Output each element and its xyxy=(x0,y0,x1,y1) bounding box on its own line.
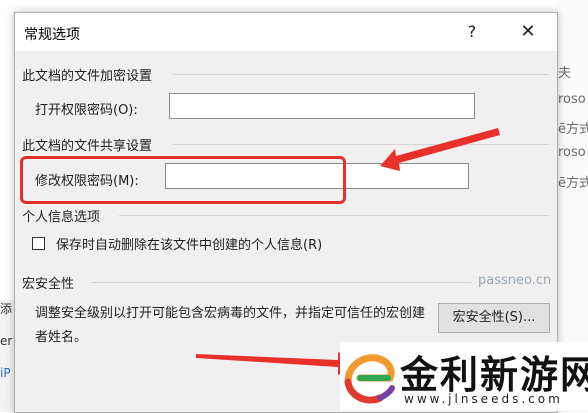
background-text: 夫 xyxy=(558,66,572,81)
help-button[interactable]: ? xyxy=(459,19,485,45)
logo-url: www.jlnseeds.com xyxy=(404,392,563,406)
section-divider xyxy=(173,74,549,75)
watermark: passneo.cn xyxy=(478,273,552,288)
section-divider xyxy=(173,144,549,145)
background-text: ē方式 xyxy=(558,176,588,191)
encryption-section-title: 此文档的文件加密设置 xyxy=(22,69,153,84)
site-logo: 金利新游网 www.jlnseeds.com xyxy=(340,342,588,411)
privacy-section-title: 个人信息选项 xyxy=(22,210,101,225)
sharing-section-title: 此文档的文件共享设置 xyxy=(22,139,153,154)
background-text: 添 xyxy=(0,302,13,316)
annotation-highlight-box xyxy=(20,156,346,204)
remove-info-checkbox[interactable] xyxy=(32,237,45,250)
open-password-label: 打开权限密码(O): xyxy=(35,103,138,118)
logo-name: 金利新游网 xyxy=(400,352,588,397)
background-text: roso xyxy=(558,145,586,160)
remove-info-label[interactable]: 保存时自动删除在该文件中创建的个人信息(R) xyxy=(56,234,322,253)
section-divider xyxy=(91,282,471,283)
open-password-input[interactable] xyxy=(169,93,475,119)
background-text: roso xyxy=(558,92,586,107)
macro-section-title: 宏安全性 xyxy=(22,277,75,292)
background-text: iP xyxy=(0,366,11,380)
close-button[interactable]: ✕ xyxy=(515,19,541,45)
dialog-titlebar: 常规选项 ? ✕ xyxy=(15,13,557,51)
section-divider xyxy=(119,215,549,216)
background-text: er xyxy=(0,334,13,348)
macro-security-button[interactable]: 宏安全性(S)... xyxy=(438,303,550,333)
logo-e-icon xyxy=(344,354,395,404)
background-text: ē方式 xyxy=(558,122,588,137)
background-left-strip: 添 er iP xyxy=(0,300,14,411)
dialog-title: 常规选项 xyxy=(24,27,80,43)
